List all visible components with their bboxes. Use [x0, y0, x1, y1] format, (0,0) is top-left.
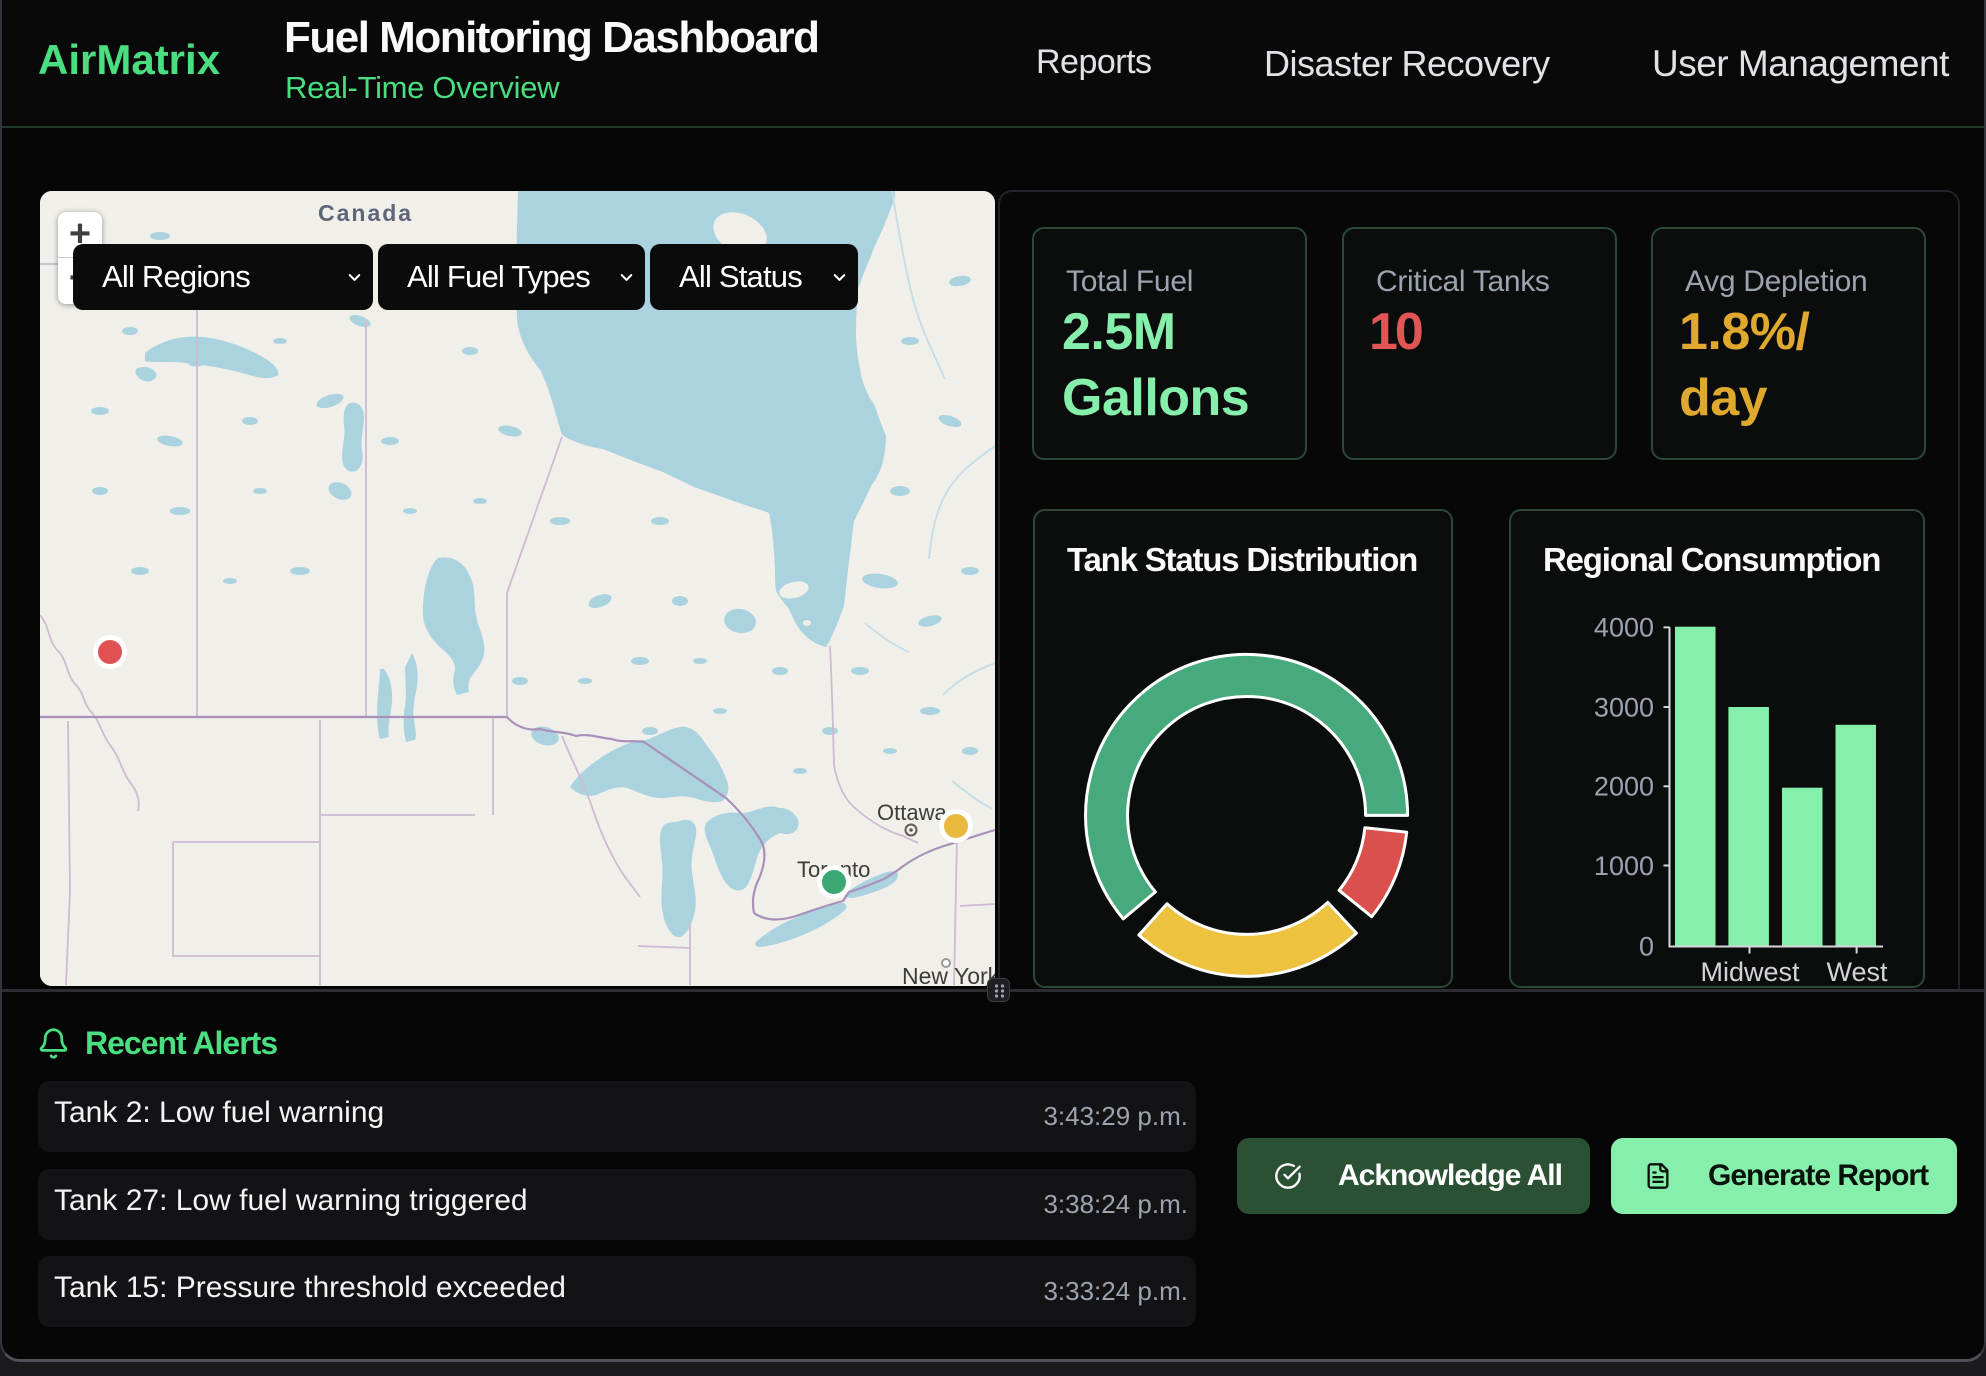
svg-text:1000: 1000 — [1594, 851, 1654, 881]
svg-text:0: 0 — [1639, 932, 1654, 962]
svg-text:Midwest: Midwest — [1700, 957, 1800, 987]
svg-text:Ottawa: Ottawa — [877, 800, 947, 825]
svg-text:Canada: Canada — [318, 200, 413, 226]
svg-text:West: West — [1826, 957, 1888, 987]
svg-text:3000: 3000 — [1594, 692, 1654, 722]
svg-text:4000: 4000 — [1594, 613, 1654, 643]
svg-text:2000: 2000 — [1594, 772, 1654, 802]
